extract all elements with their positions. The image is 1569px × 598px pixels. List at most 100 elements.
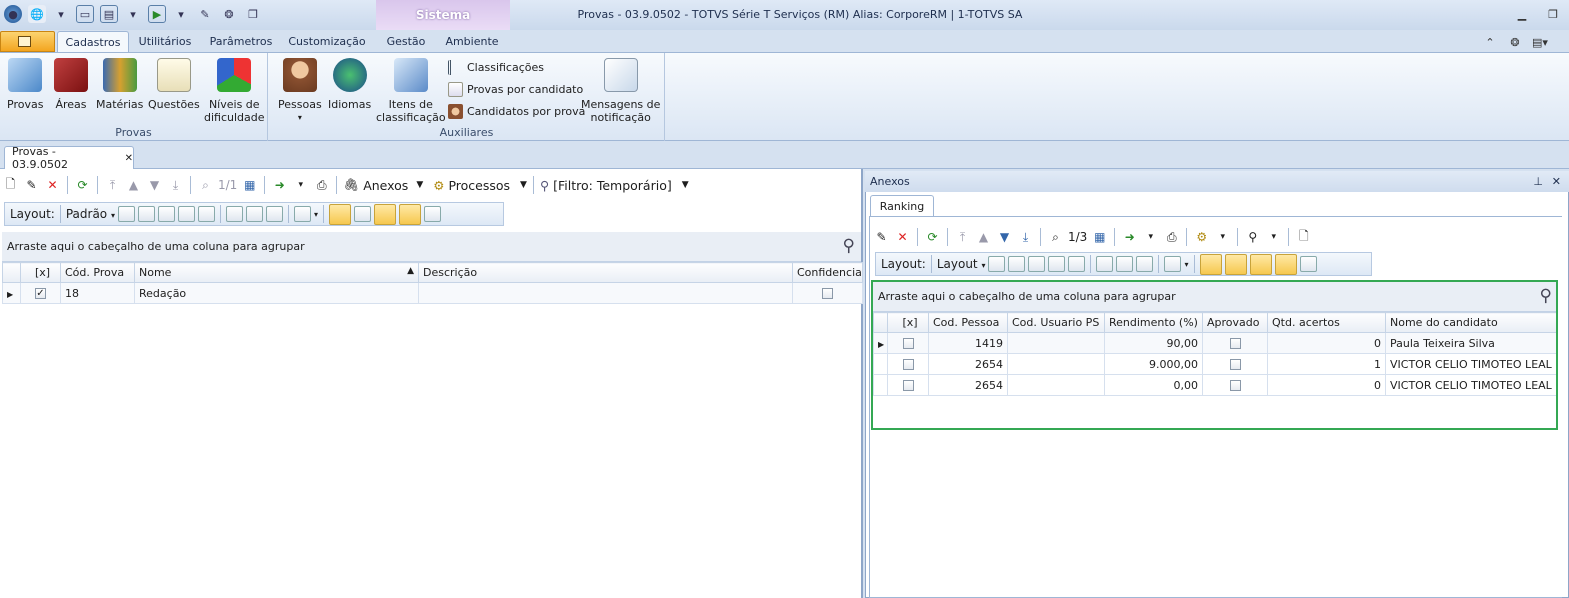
close-panel-icon[interactable]: ✕	[1552, 175, 1561, 188]
tab-cadastros[interactable]: Cadastros	[57, 31, 129, 52]
view-split-icon[interactable]	[354, 206, 371, 222]
layout-save-icon[interactable]	[988, 256, 1006, 272]
pin-icon[interactable]: ⊥	[1533, 175, 1543, 188]
view-split-icon[interactable]	[1224, 253, 1247, 275]
view-grid-icon[interactable]	[329, 203, 351, 225]
next-icon[interactable]: ▼	[996, 229, 1013, 246]
classificacoes-button[interactable]: Classificações	[448, 60, 544, 75]
layout-import-icon[interactable]	[1048, 256, 1066, 272]
prev-icon[interactable]: ▲	[125, 177, 142, 194]
find-icon[interactable]: ⌕	[1047, 229, 1064, 246]
edit-icon[interactable]: ✎	[873, 229, 890, 246]
view-grid-icon[interactable]	[1199, 253, 1222, 275]
window-icon[interactable]: ▭	[76, 5, 94, 23]
chart-icon[interactable]	[1164, 256, 1182, 272]
dropdown-icon[interactable]: ▾	[172, 5, 190, 23]
tab-ambiente[interactable]: Ambiente	[440, 31, 504, 52]
view-header-icon[interactable]	[374, 203, 396, 225]
restore-icon[interactable]: ❐	[1545, 8, 1561, 22]
last-icon[interactable]: ⤓	[167, 177, 184, 194]
dropdown-icon[interactable]: ▾	[52, 5, 70, 23]
tools-icon[interactable]: ✎	[196, 5, 214, 23]
next-icon[interactable]: ▼	[146, 177, 163, 194]
niveis-dificuldade-button[interactable]: Níveis de dificuldade	[204, 58, 265, 124]
questoes-button[interactable]: Questões	[148, 58, 200, 111]
row-checkbox[interactable]	[35, 288, 46, 299]
gears-icon[interactable]: ⚙	[1193, 229, 1210, 246]
col-nome[interactable]: Nome ▲	[134, 262, 419, 283]
filter-button[interactable]: ⚲ [Filtro: Temporário] ▼	[540, 178, 689, 193]
col-descricao[interactable]: Descrição	[418, 262, 793, 283]
layout-format-icon[interactable]	[265, 206, 283, 222]
dropdown-icon[interactable]: ▾	[1142, 229, 1159, 246]
copy-icon[interactable]: ❐	[244, 5, 262, 23]
dropdown-icon[interactable]: ▾	[124, 5, 142, 23]
table-row[interactable]: ▶ 18 Redação	[2, 282, 863, 304]
mensagens-notificacao-button[interactable]: Mensagens de notificação	[581, 58, 660, 124]
run-icon[interactable]: ▶	[148, 5, 166, 23]
font-icon[interactable]	[424, 206, 441, 222]
doc-tab-provas[interactable]: Provas - 03.9.0502 ✕	[4, 145, 134, 171]
tab-ranking[interactable]: Ranking	[870, 195, 934, 217]
col-confidencial[interactable]: Confidencial	[792, 262, 863, 283]
tab-gestao[interactable]: Gestão	[380, 31, 432, 52]
filter-icon[interactable]: ⚲	[1244, 229, 1261, 246]
prev-icon[interactable]: ▲	[975, 229, 992, 246]
help-icon[interactable]: ❂	[220, 5, 238, 23]
attach-document-icon[interactable]: 🗋	[1295, 229, 1312, 246]
tab-utilitarios[interactable]: Utilitários	[132, 31, 198, 52]
layout-import-icon[interactable]	[177, 206, 195, 222]
layout-filter-icon[interactable]	[225, 206, 243, 222]
itens-classificacao-button[interactable]: Itens de classificação	[376, 58, 446, 124]
layout-icon[interactable]: ▤	[100, 5, 118, 23]
view-footer-icon[interactable]	[1274, 253, 1297, 275]
materias-button[interactable]: Matérias	[96, 58, 143, 111]
last-icon[interactable]: ⤓	[1017, 229, 1034, 246]
chart-icon[interactable]	[293, 206, 311, 222]
tab-parametros[interactable]: Parâmetros	[203, 31, 279, 52]
font-icon[interactable]	[1299, 256, 1317, 272]
dropdown-icon[interactable]: ▾	[292, 177, 309, 194]
first-icon[interactable]: ⤒	[104, 177, 121, 194]
help-globe-icon[interactable]: ❂	[1507, 36, 1523, 50]
app-orb-icon[interactable]: ●	[4, 5, 22, 23]
provas-por-candidato-button[interactable]: Provas por candidato	[448, 82, 583, 97]
layout-delete-icon[interactable]	[137, 206, 155, 222]
search-icon[interactable]: ⚲	[843, 236, 855, 256]
delete-icon[interactable]: ✕	[894, 229, 911, 246]
tab-customizacao[interactable]: Customização	[284, 31, 370, 52]
grid-view-icon[interactable]: ▦	[1091, 229, 1108, 246]
dropdown-icon[interactable]: ▾	[1214, 229, 1231, 246]
candidatos-por-prova-button[interactable]: Candidatos por prova	[448, 104, 585, 119]
minimize-icon[interactable]: ▁	[1514, 8, 1530, 22]
export-icon[interactable]: ➜	[1121, 229, 1138, 246]
idiomas-button[interactable]: Idiomas	[328, 58, 371, 111]
col-check[interactable]: [x]	[20, 262, 61, 283]
layout-sum-icon[interactable]	[245, 206, 263, 222]
print-icon[interactable]: ⎙	[1163, 229, 1180, 246]
collapse-ribbon-icon[interactable]: ⌃	[1482, 36, 1498, 50]
dropdown-icon[interactable]: ▾	[1184, 260, 1188, 269]
layout-dropdown[interactable]: Layout ▾	[937, 257, 986, 271]
areas-button[interactable]: Áreas	[54, 58, 88, 111]
anexos-button[interactable]: 🖇 Anexos ▼	[343, 177, 423, 193]
export-icon[interactable]: ➜	[271, 177, 288, 194]
processos-button[interactable]: ⚙ Processos ▼	[433, 178, 527, 193]
layout-export-icon[interactable]	[197, 206, 215, 222]
grid-view-icon[interactable]: ▦	[241, 177, 258, 194]
edit-icon[interactable]: ✎	[23, 177, 40, 194]
first-icon[interactable]: ⤒	[954, 229, 971, 246]
find-icon[interactable]: ⌕	[197, 177, 214, 194]
refresh-icon[interactable]: ⟳	[74, 177, 91, 194]
layout-save-icon[interactable]	[117, 206, 135, 222]
layout-columns-icon[interactable]	[1028, 256, 1046, 272]
layout-export-icon[interactable]	[1068, 256, 1086, 272]
dropdown-icon[interactable]: ▾	[1265, 229, 1282, 246]
refresh-icon[interactable]: ⟳	[924, 229, 941, 246]
globe-icon[interactable]: 🌐	[28, 5, 46, 23]
layout-columns-icon[interactable]	[157, 206, 175, 222]
layout-padrao-dropdown[interactable]: Padrão ▾	[66, 207, 115, 221]
application-menu-button[interactable]	[0, 31, 55, 52]
col-cod-prova[interactable]: Cód. Prova	[60, 262, 135, 283]
options-icon[interactable]: ▤▾	[1532, 36, 1548, 50]
